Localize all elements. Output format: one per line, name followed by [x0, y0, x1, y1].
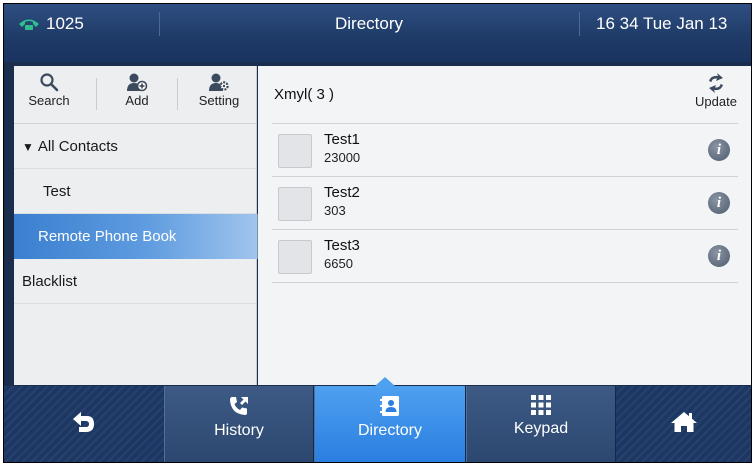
back-icon [73, 412, 94, 432]
search-label: Search [28, 93, 70, 108]
sidebar-item-blacklist[interactable]: Blacklist [14, 259, 256, 304]
avatar [278, 134, 312, 168]
contact-setting-icon [209, 73, 229, 91]
expand-triangle-icon: ▼ [22, 140, 34, 154]
home-icon [670, 412, 697, 432]
tab-keypad-label: Keypad [513, 420, 569, 437]
info-icon[interactable]: i [708, 192, 730, 214]
contact-row[interactable]: Test2 303 i [272, 178, 738, 228]
contact-number: 303 [324, 203, 346, 218]
setting-button[interactable]: Setting [184, 70, 254, 120]
line-number: 1025 [46, 14, 84, 33]
info-icon[interactable]: i [708, 245, 730, 267]
sidebar-item-label: Test [43, 183, 71, 200]
bottom-bar: History Directory Keypad [4, 386, 751, 462]
status-bar: 1025 Directory 16 34 Tue Jan 13 [4, 4, 751, 62]
sidebar-item-label: Blacklist [22, 273, 78, 290]
group-title: Xmyl( 3 ) [274, 86, 334, 103]
sidebar-item-label: Remote Phone Book [38, 228, 177, 245]
add-contact-icon [127, 73, 148, 92]
tab-keypad[interactable]: Keypad [466, 386, 616, 462]
add-contact-button[interactable]: Add [102, 70, 172, 120]
line-indicator[interactable]: 1025 [18, 12, 84, 36]
status-divider [579, 12, 580, 36]
divider [272, 123, 738, 124]
sidebar-toolbar: Search Add Setting [14, 66, 256, 124]
add-label: Add [125, 93, 149, 108]
phone-line-icon [19, 19, 39, 30]
update-label: Update [695, 94, 737, 109]
contact-row[interactable]: Test1 23000 i [272, 125, 738, 175]
contact-number: 23000 [324, 150, 361, 165]
divider [272, 176, 738, 177]
clock: 16 34 Tue Jan 13 [596, 14, 728, 33]
tab-directory-label: Directory [357, 422, 422, 439]
directory-book-icon [380, 396, 399, 416]
home-button[interactable] [616, 386, 751, 462]
contact-name: Test1 [324, 131, 360, 148]
toolbar-divider [96, 78, 97, 110]
setting-label: Setting [198, 93, 240, 108]
sidebar-item-all-contacts[interactable]: ▼ All Contacts [14, 124, 256, 169]
sidebar-item-label: All Contacts [37, 138, 118, 155]
contact-list-panel: Xmyl( 3 ) Update Test1 23000 i Test2 303… [258, 66, 751, 385]
toolbar-divider [177, 78, 178, 110]
tab-directory[interactable]: Directory [314, 386, 466, 462]
update-button[interactable]: Update [691, 72, 741, 109]
info-icon[interactable]: i [708, 139, 730, 161]
tab-history-label: History [214, 422, 264, 439]
page-title: Directory [334, 14, 403, 33]
search-button[interactable]: Search [14, 70, 84, 120]
contact-number: 6650 [324, 256, 353, 271]
sidebar-item-test[interactable]: Test [14, 169, 256, 214]
divider [272, 282, 738, 283]
contact-name: Test2 [324, 184, 360, 201]
list-header: Xmyl( 3 ) Update [258, 66, 751, 123]
divider [272, 229, 738, 230]
active-tab-notch [375, 377, 395, 386]
directory-sidebar: Search Add Setting ▼ All Contacts Test R… [14, 66, 264, 385]
phone-screen: 1025 Directory 16 34 Tue Jan 13 Search A… [3, 3, 752, 463]
keypad-icon [531, 395, 551, 415]
refresh-icon [709, 73, 723, 93]
group-list: ▼ All Contacts Test Remote Phone Book Bla… [14, 124, 264, 304]
contact-row[interactable]: Test3 6650 i [272, 231, 738, 281]
search-icon [40, 73, 59, 92]
avatar [278, 240, 312, 274]
avatar [278, 187, 312, 221]
history-call-icon [230, 397, 248, 415]
contact-name: Test3 [324, 237, 360, 254]
tab-history[interactable]: History [164, 386, 314, 462]
back-button[interactable] [4, 386, 164, 462]
sidebar-item-remote-phone-book[interactable]: Remote Phone Book [14, 214, 264, 259]
